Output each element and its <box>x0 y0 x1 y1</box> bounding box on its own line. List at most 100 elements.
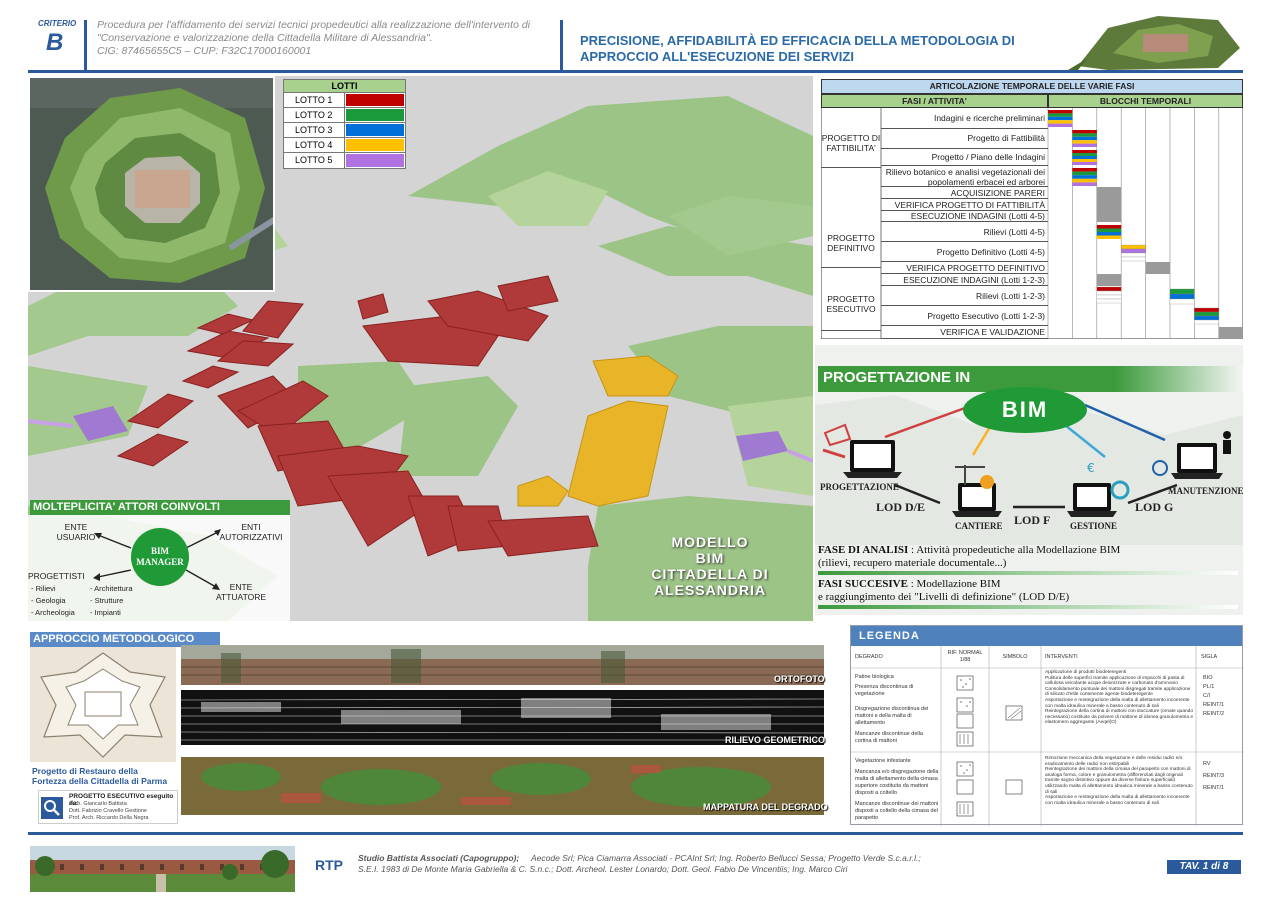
lotti-legend: LOTTI LOTTO 1 LOTTO 2 LOTTO 3 LOTTO 4 LO… <box>283 79 406 169</box>
fase-analisi-text-2: (rilievi, recupero materiale documentale… <box>818 557 1007 569</box>
bar-definitivo-45 <box>1121 248 1146 254</box>
timeline-row: Progetto di Fattibilità <box>881 129 1048 149</box>
bar-fattibilita <box>1072 133 1097 137</box>
footer-lead: Studio Battista Associati (Capogruppo); <box>358 853 520 863</box>
lotto-row: LOTTO 1 <box>284 93 405 108</box>
lod-f-label: LOD F <box>1014 513 1051 527</box>
bar-fattibilita <box>1072 136 1097 141</box>
esecutivo-name: Arch. Giancarlo Battista <box>69 801 127 807</box>
restauro-line-1: Progetto di Restauro della <box>32 766 138 776</box>
bar-verifica-validazione <box>1218 327 1243 339</box>
lotto-swatch <box>346 124 404 136</box>
timeline-row: ACQUISIZIONE PARERI <box>881 187 1048 199</box>
fase-analisi-text: : Attività propedeutiche alla Modellazio… <box>908 544 1121 556</box>
bar-rilievi-123-a <box>1096 290 1122 296</box>
intervento-item: Asportazione e reintegrazione della malt… <box>1045 697 1190 709</box>
degrado-item: Mancanza e/o disgregazione della malta d… <box>855 769 939 796</box>
fasi-successive-text: : Modellazione BIM <box>907 578 1001 590</box>
footer-line-2: S.E.I. 1983 di De Monte Maria Gabriella … <box>358 864 848 874</box>
bar-indagini <box>1048 120 1073 124</box>
bar-rilievi-123-b <box>1169 298 1195 305</box>
legend-interventi-group-1: Applicazione di prodotti biodeteregenti … <box>1045 670 1193 726</box>
progettazione-banner-text: PROGETTAZIONE IN <box>823 369 971 386</box>
disciplines-list-b: - Architettura - Strutture - Impianti <box>90 583 150 619</box>
group-fattibilita: PROGETTO DI FATTIBILITA' <box>821 129 881 168</box>
sigla-item: BIO <box>1203 675 1213 681</box>
bar-esecutivo-123 <box>1194 315 1219 321</box>
board: CRITERIO B Procedura per l'affidamento d… <box>0 0 1273 900</box>
footer-rule <box>28 832 1243 835</box>
lotto-swatch <box>346 154 404 167</box>
fasi-successive-text-2: e raggiungimento dei "Livelli di definiz… <box>818 591 1070 603</box>
bar-esecutivo-123 <box>1194 319 1219 325</box>
degrado-item: Mancanze discontinue dei mattoni dispost… <box>855 801 939 821</box>
discipline-item: - Architettura <box>90 584 133 593</box>
timeline-row: VERIFICA E VALIDAZIONE <box>881 326 1048 339</box>
rilievo-label: RILIEVO GEOMETRICO <box>725 735 826 745</box>
timeline-row: Rilievi (Lotti 1-2-3) <box>881 286 1048 306</box>
gestione-label: GESTIONE <box>1070 521 1118 531</box>
legend-header-simbolo: SIMBOLO <box>1002 654 1028 660</box>
bar-rilievi-123-a <box>1096 286 1122 292</box>
procedure-line-1: Procedura per l'affidamento dei servizi … <box>97 19 530 31</box>
page-title: PRECISIONE, AFFIDABILITÀ ED EFFICACIA DE… <box>580 33 1030 65</box>
progetto-esecutivo-box: PROGETTO ESECUTIVO eseguito da: Arch. Gi… <box>38 790 178 824</box>
progettisti-label: PROGETTISTI <box>28 571 85 581</box>
degrado-item: Presenza discontinua di vegetazione <box>855 684 914 697</box>
manutenzione-label: MANUTENZIONE <box>1168 486 1244 496</box>
bar-rilievo-botanico <box>1072 178 1097 183</box>
bar-indagini <box>1048 110 1073 114</box>
timeline-table: ARTICOLAZIONE TEMPORALE DELLE VARIE FASI… <box>821 79 1243 339</box>
lotto-swatch <box>346 139 404 151</box>
model-title-line: BIM <box>695 550 725 566</box>
ortofoto-label: ORTOFOTO <box>774 674 825 684</box>
svg-text:€: € <box>1087 461 1095 475</box>
header-divider-left <box>84 20 87 70</box>
legend-sigle-group-1: BIO PL/1 C/I REINT/1 REINT/2 <box>1203 674 1243 719</box>
sigla-item: REINT/3 <box>1203 773 1225 779</box>
bar-piano-indagini <box>1072 162 1097 165</box>
bar-esecutivo-123 <box>1194 307 1219 313</box>
degrado-item: Vegetazione infestante <box>855 758 911 764</box>
magnifier-icon <box>41 797 63 819</box>
bar-piano-indagini <box>1072 150 1097 153</box>
ente-attuatore-label: ENTE ATTUATORE <box>215 582 267 602</box>
actors-banner: MOLTEPLICITA' ATTORI COINVOLTI <box>30 500 290 515</box>
sigla-item: REINT/1 <box>1203 785 1225 791</box>
degrado-item: Disgregazione discontinua dei mattoni e … <box>855 706 929 726</box>
legend-header-interventi: INTERVENTI <box>1045 654 1078 660</box>
legend-header-sigla: SIGLA <box>1201 654 1218 660</box>
fase-analisi: FASE DI ANALISI : Attività propedeutiche… <box>818 544 1238 570</box>
group-definitivo: PROGETTO DEFINITIVO <box>821 222 881 268</box>
fase-analisi-title: FASE DI ANALISI <box>818 544 909 556</box>
enti-autorizzativi-label: ENTI AUTORIZZATIVI <box>219 522 283 542</box>
sigla-item: REINT/1 <box>1203 702 1225 708</box>
legend-header-degrado: DEGRADO <box>855 654 883 660</box>
discipline-item: - Geologia <box>31 596 66 605</box>
timeline-row: Indagini e ricerche preliminari <box>881 109 1048 129</box>
bar-definitivo-45 <box>1121 252 1146 258</box>
lotto-swatch <box>346 109 404 121</box>
lotto-row: LOTTO 2 <box>284 108 405 123</box>
legend-table: LEGENDA DEGRADO RIF. NORMAL 1/88 SIMBOLO… <box>850 625 1244 826</box>
ente-usuario-label: ENTE USUARIO <box>56 522 96 542</box>
bar-indagini-123 <box>1096 274 1122 286</box>
timeline-row: Progetto Definitivo (Lotti 4-5) <box>881 242 1048 262</box>
bar-rilievo-botanico <box>1072 182 1097 186</box>
bar-definitivo-45 <box>1121 244 1146 250</box>
bar-fattibilita <box>1072 140 1097 144</box>
bar-acquisizione-pareri <box>1096 187 1122 222</box>
lotto-label: LOTTO 5 <box>284 153 345 168</box>
citadel-plan-drawing <box>30 647 176 762</box>
bar-fattibilita <box>1072 130 1097 134</box>
lotto-row: LOTTO 5 <box>284 153 405 168</box>
intervento-item: Reintegrazione della cortina di mattoni … <box>1045 709 1193 726</box>
intervento-item: Reintegrazione dei mattoni della cimasa … <box>1045 767 1193 795</box>
degrado-item: Patine biologica <box>855 674 894 680</box>
lotto-label: LOTTO 3 <box>284 123 345 137</box>
aerial-photo <box>28 76 275 292</box>
lotto-swatch <box>346 94 404 106</box>
laptop-progettazione-icon <box>843 440 902 478</box>
fasi-successive-title: FASI SUCCESIVE <box>818 578 908 590</box>
lotto-label: LOTTO 4 <box>284 138 345 152</box>
